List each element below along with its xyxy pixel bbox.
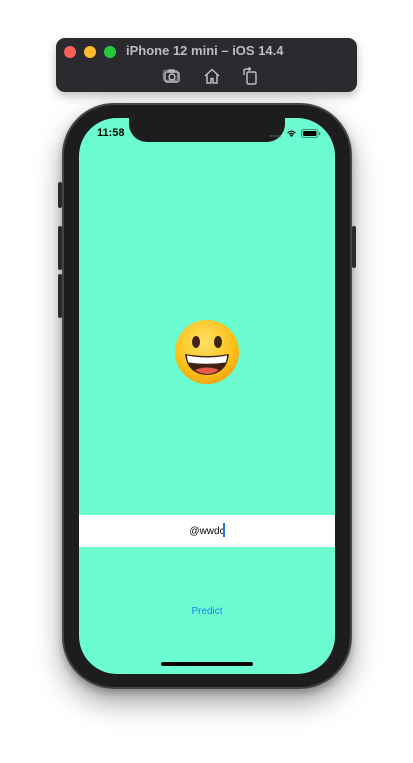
volume-down-button [58,274,62,318]
wifi-icon [286,129,297,137]
simulator-toolbar [162,66,262,86]
rotate-icon[interactable] [240,66,260,86]
text-input-field[interactable] [79,515,335,547]
grinning-face-emoji [173,318,241,386]
text-cursor [223,523,225,537]
device-notch [129,118,285,142]
simulator-stage: iPhone 12 mini – iOS 14.4 11:58 @wwdc Pr… [0,0,413,763]
home-indicator[interactable] [161,662,253,666]
minimize-window-button[interactable] [84,46,96,58]
side-button [352,226,356,268]
home-icon[interactable] [202,66,222,86]
battery-icon [301,128,321,138]
mute-switch [58,182,62,208]
close-window-button[interactable] [64,46,76,58]
cellular-signal-icon [270,129,282,137]
status-bar-time: 11:58 [97,127,125,139]
volume-up-button [58,226,62,270]
app-screen: 11:58 @wwdc Predict [79,118,335,674]
simulator-title-bar: iPhone 12 mini – iOS 14.4 [56,38,357,92]
predict-button[interactable]: Predict [177,602,237,620]
simulator-title: iPhone 12 mini – iOS 14.4 [126,43,284,58]
zoom-window-button[interactable] [104,46,116,58]
screenshot-icon[interactable] [162,66,182,86]
status-bar-icons [270,128,321,138]
